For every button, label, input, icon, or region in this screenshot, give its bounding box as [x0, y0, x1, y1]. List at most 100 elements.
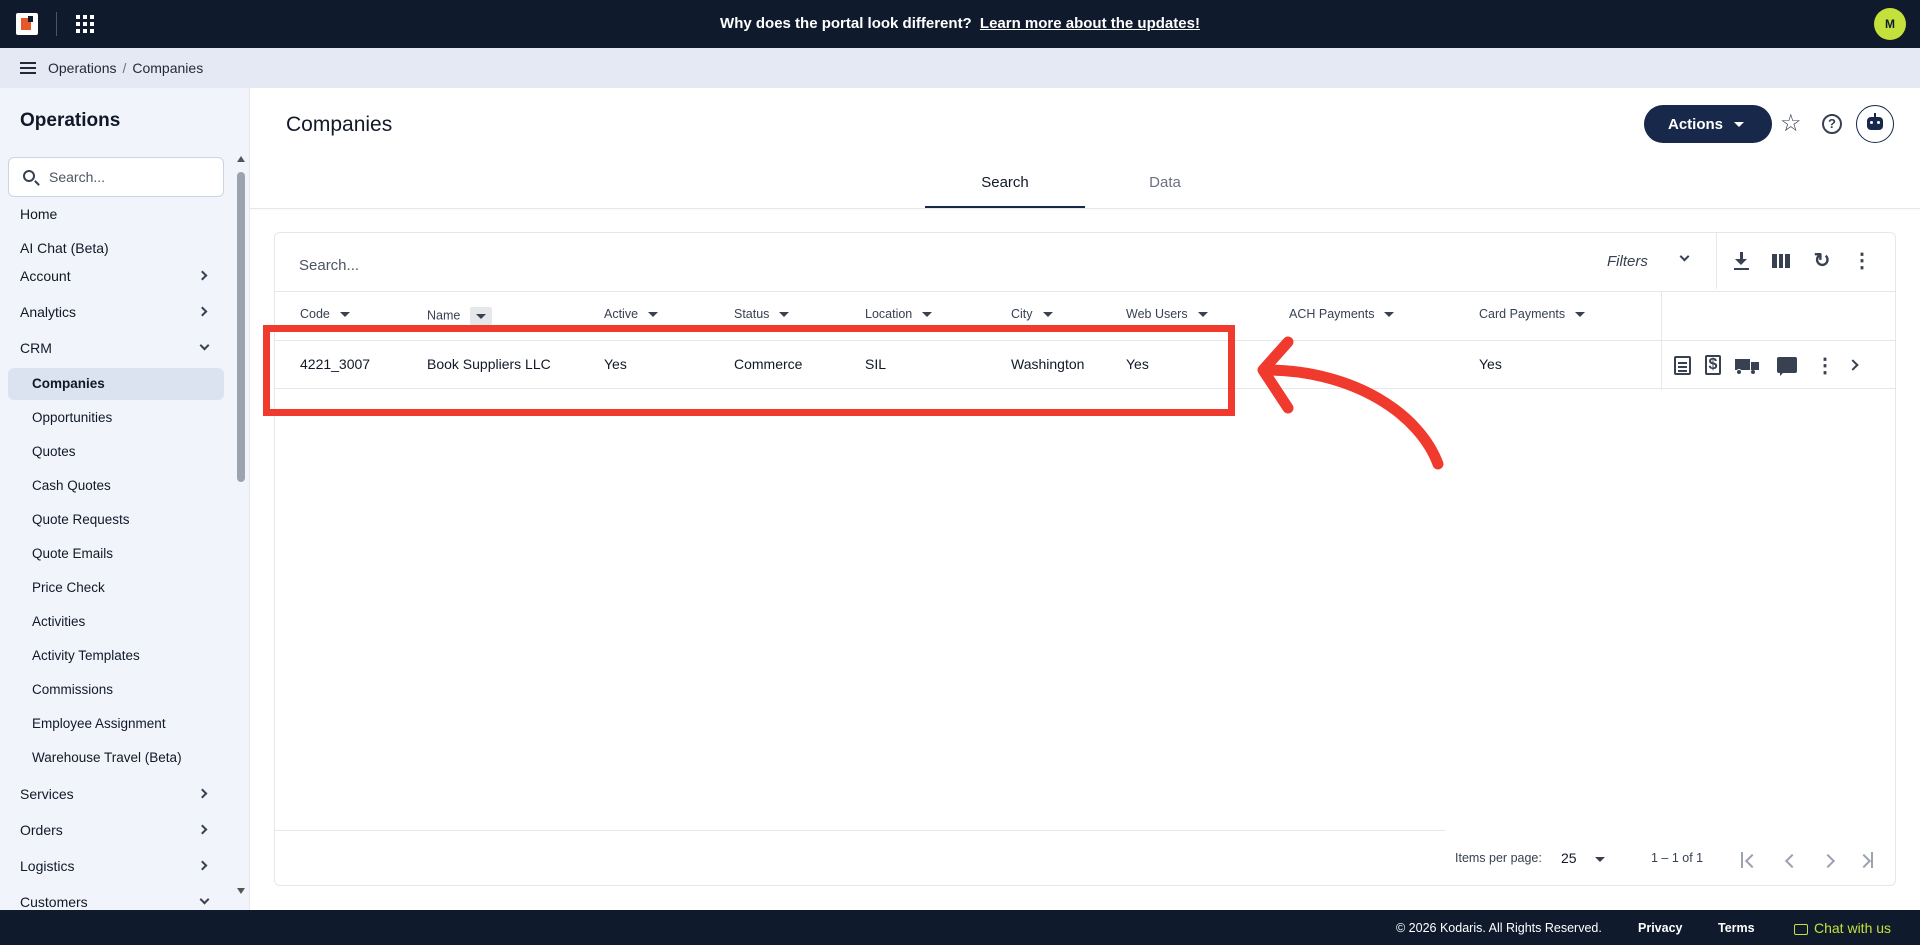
menu-toggle-icon[interactable] — [20, 62, 36, 74]
prev-page-icon[interactable] — [1784, 853, 1800, 869]
sidebar-item-label: Orders — [20, 822, 63, 838]
column-label: Card Payments — [1479, 307, 1566, 321]
sidebar-item-activity-templates[interactable]: Activity Templates — [8, 640, 224, 672]
chevron-down-icon — [199, 340, 210, 351]
chat-label: Chat with us — [1814, 920, 1892, 936]
column-active[interactable]: Active — [604, 307, 659, 321]
breadcrumb-companies: Companies — [132, 60, 204, 76]
sidebar-item-commissions[interactable]: Commissions — [8, 674, 224, 706]
filters-button[interactable]: Filters — [1607, 233, 1717, 289]
column-ach-payments[interactable]: ACH Payments — [1289, 307, 1395, 321]
add-quote-icon[interactable]: $ — [1705, 355, 1721, 375]
sidebar-item-warehouse-travel-beta[interactable]: Warehouse Travel (Beta) — [8, 742, 224, 774]
sort-icon[interactable] — [470, 307, 493, 325]
sort-icon[interactable] — [1384, 312, 1395, 318]
tab-search[interactable]: Search — [925, 168, 1085, 208]
scroll-down-arrow-icon[interactable] — [237, 888, 245, 894]
column-location[interactable]: Location — [865, 307, 933, 321]
row-open-chevron-icon[interactable] — [1847, 359, 1859, 371]
sidebar-item-label: Logistics — [20, 858, 75, 874]
help-icon[interactable]: ? — [1822, 114, 1842, 134]
sidebar-item-activities[interactable]: Activities — [8, 606, 224, 638]
sort-icon[interactable] — [339, 312, 350, 318]
sidebar-item-cash-quotes[interactable]: Cash Quotes — [8, 470, 224, 502]
sidebar-item-services[interactable]: Services — [8, 778, 224, 810]
cell-card-payments: Yes — [1479, 356, 1502, 372]
column-name[interactable]: Name — [427, 307, 493, 325]
sidebar-item-label: Commissions — [32, 682, 114, 697]
grid-more-icon[interactable]: ⋮ — [1850, 249, 1874, 273]
sidebar-item-employee-assignment[interactable]: Employee Assignment — [8, 708, 224, 740]
breadcrumb: Operations / Companies — [48, 60, 203, 76]
sidebar-item-logistics[interactable]: Logistics — [8, 850, 224, 882]
breadcrumb-operations[interactable]: Operations — [48, 60, 116, 76]
sidebar-item-companies[interactable]: Companies — [8, 368, 224, 400]
next-page-icon[interactable] — [1820, 853, 1836, 869]
shipping-truck-icon[interactable] — [1735, 359, 1759, 375]
row-more-icon[interactable]: ⋮ — [1814, 354, 1836, 377]
sidebar-item-label: Analytics — [20, 304, 77, 320]
arrow-shaft — [1259, 364, 1444, 470]
sidebar-search[interactable] — [8, 157, 224, 197]
privacy-link[interactable]: Privacy — [1638, 921, 1682, 935]
sidebar-item-account[interactable]: Account — [8, 260, 224, 292]
sort-icon[interactable] — [922, 312, 933, 318]
sidebar-item-opportunities[interactable]: Opportunities — [8, 402, 224, 434]
sidebar-item-customers[interactable]: Customers — [8, 886, 224, 910]
sort-icon[interactable] — [648, 312, 659, 318]
sidebar-item-price-check[interactable]: Price Check — [8, 572, 224, 604]
column-city[interactable]: City — [1011, 307, 1053, 321]
terms-link[interactable]: Terms — [1718, 921, 1755, 935]
sidebar-item-quote-emails[interactable]: Quote Emails — [8, 538, 224, 570]
download-icon[interactable] — [1729, 249, 1753, 273]
column-label: Location — [865, 307, 913, 321]
sidebar-item-orders[interactable]: Orders — [8, 814, 224, 846]
banner-learn-more-link[interactable]: Learn more about the updates! — [980, 15, 1200, 32]
sidebar-item-label: Opportunities — [32, 410, 113, 425]
last-page-icon[interactable] — [1856, 853, 1872, 869]
chevron-right-icon — [197, 824, 208, 835]
first-page-icon[interactable] — [1744, 853, 1760, 869]
sidebar-item-crm[interactable]: CRM — [8, 332, 224, 364]
sort-icon[interactable] — [779, 312, 790, 318]
column-code[interactable]: Code — [300, 307, 350, 321]
favorite-star-icon[interactable]: ☆ — [1780, 112, 1802, 136]
grid-search-input[interactable] — [299, 253, 1099, 277]
banner-text: Why does the portal look different? — [720, 15, 972, 32]
columns-icon[interactable] — [1769, 249, 1793, 273]
scroll-thumb[interactable] — [237, 172, 245, 482]
column-status[interactable]: Status — [734, 307, 790, 321]
sort-icon[interactable] — [1575, 312, 1586, 318]
column-card-payments[interactable]: Card Payments — [1479, 307, 1586, 321]
sort-icon[interactable] — [1197, 312, 1208, 318]
sidebar-item-label: Quote Emails — [32, 546, 114, 561]
column-web-users[interactable]: Web Users — [1126, 307, 1208, 321]
first-page-bar — [1741, 852, 1743, 868]
sidebar-scrollbar[interactable] — [236, 156, 246, 896]
actions-button[interactable]: Actions — [1644, 105, 1772, 143]
chevron-down-icon — [1679, 251, 1690, 262]
sidebar-search-input[interactable] — [49, 167, 214, 187]
sidebar-item-quotes[interactable]: Quotes — [8, 436, 224, 468]
user-avatar[interactable]: M — [1874, 8, 1906, 40]
tab-data[interactable]: Data — [1085, 168, 1245, 208]
sidebar-item-quote-requests[interactable]: Quote Requests — [8, 504, 224, 536]
chevron-right-icon — [197, 270, 208, 281]
tabs: Search Data — [925, 168, 1245, 208]
sidebar-item-home[interactable]: Home — [8, 198, 224, 230]
sidebar-item-analytics[interactable]: Analytics — [8, 296, 224, 328]
sidebar-item-label: CRM — [20, 340, 52, 356]
update-banner: Why does the portal look different? Lear… — [0, 15, 1920, 32]
comment-icon[interactable] — [1777, 357, 1797, 376]
last-page-bar — [1871, 852, 1873, 868]
refresh-icon[interactable]: ↻ — [1810, 249, 1834, 273]
caret-down-icon — [1734, 122, 1744, 127]
sort-icon[interactable] — [1042, 312, 1053, 318]
column-label: Active — [604, 307, 639, 321]
column-label: City — [1011, 307, 1033, 321]
ai-assistant-bot-icon[interactable] — [1856, 105, 1894, 143]
scroll-up-arrow-icon[interactable] — [237, 156, 245, 162]
items-per-page-select[interactable]: 25 — [1561, 850, 1617, 866]
chat-with-us-button[interactable]: Chat with us — [1794, 920, 1891, 936]
add-note-icon[interactable] — [1674, 356, 1691, 375]
